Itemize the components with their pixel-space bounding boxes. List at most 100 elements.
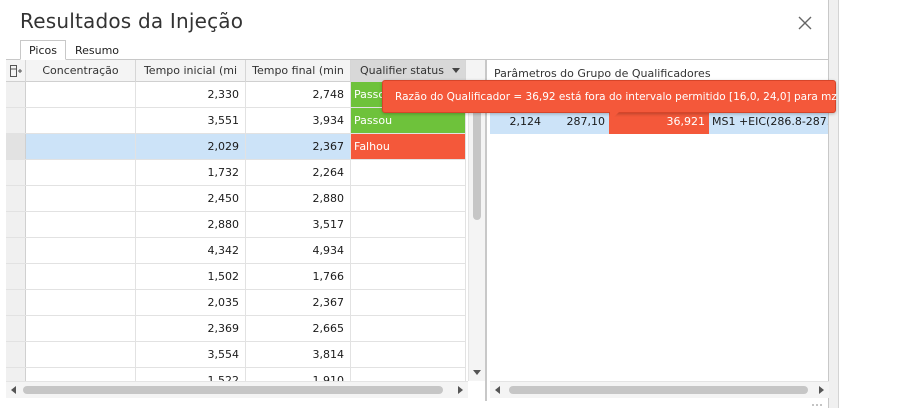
table-row[interactable]: 1,732 2,264 — [6, 160, 466, 186]
qualifier-panel-title: Parâmetros do Grupo de Qualificadores — [494, 67, 711, 80]
column-header-qualifier-status[interactable]: Qualifier status — [351, 60, 466, 82]
cell-tempo-inicial: 3,554 — [136, 342, 246, 367]
cell-concentracao — [26, 342, 136, 367]
cell-tempo-final: 2,367 — [246, 290, 351, 315]
table-row[interactable]: 2,880 3,517 — [6, 212, 466, 238]
column-chooser-icon — [9, 65, 22, 77]
cell-tempo-final: 3,814 — [246, 342, 351, 367]
cell-concentracao — [26, 160, 136, 185]
table-row[interactable]: 3,554 3,814 — [6, 342, 466, 368]
cell-tempo-final: 3,934 — [246, 108, 351, 133]
cell-qualifier-status — [351, 238, 466, 263]
cell-qualifier-status — [351, 160, 466, 185]
cell-qualifier-status — [351, 290, 466, 315]
cell-tempo-final: 1,910 — [246, 368, 351, 381]
window-edge — [829, 0, 839, 408]
cell-tempo-final: 2,367 — [246, 134, 351, 159]
row-indicator[interactable] — [6, 82, 26, 107]
qualifier-horizontal-scrollbar[interactable] — [490, 381, 829, 398]
cell-tempo-final: 4,934 — [246, 238, 351, 263]
table-row[interactable]: 2,035 2,367 — [6, 290, 466, 316]
grid-vertical-scroll-thumb[interactable] — [473, 100, 481, 220]
close-button[interactable] — [796, 14, 814, 32]
cell-concentracao — [26, 290, 136, 315]
row-indicator[interactable] — [6, 238, 26, 263]
sort-down-icon[interactable] — [452, 68, 460, 73]
grid-header: Concentração Tempo inicial (mi Tempo fin… — [6, 60, 485, 82]
scroll-left-icon[interactable] — [11, 386, 16, 394]
cell-concentracao — [26, 134, 136, 159]
column-header-concentracao[interactable]: Concentração — [26, 60, 136, 82]
cell-concentracao — [26, 238, 136, 263]
grid-vertical-scrollbar[interactable] — [468, 82, 485, 381]
tab-strip: Picos Resumo — [20, 40, 128, 60]
scroll-left-icon[interactable] — [495, 386, 500, 394]
row-indicator[interactable] — [6, 108, 26, 133]
cell-tempo-inicial: 2,029 — [136, 134, 246, 159]
cell-tempo-inicial: 2,369 — [136, 316, 246, 341]
qualifier-cell-signal: MS1 +EIC(286.8-287.8) — [712, 115, 828, 128]
scroll-right-icon[interactable] — [458, 386, 463, 394]
cell-qualifier-status — [351, 342, 466, 367]
grid-horizontal-scroll-thumb[interactable] — [23, 386, 443, 394]
cell-tempo-inicial: 3,551 — [136, 108, 246, 133]
cell-tempo-final: 2,880 — [246, 186, 351, 211]
cell-qualifier-status — [351, 186, 466, 211]
cell-qualifier-status — [351, 368, 466, 381]
column-header-tempo-final[interactable]: Tempo final (min — [246, 60, 351, 82]
row-indicator[interactable] — [6, 134, 26, 159]
scroll-down-icon[interactable] — [473, 370, 481, 375]
cell-tempo-inicial: 4,342 — [136, 238, 246, 263]
cell-tempo-inicial: 1,522 — [136, 368, 246, 381]
cell-tempo-inicial: 2,035 — [136, 290, 246, 315]
tab-resumo[interactable]: Resumo — [66, 40, 128, 60]
row-indicator[interactable] — [6, 160, 26, 185]
row-indicator[interactable] — [6, 316, 26, 341]
resize-grip-icon[interactable] — [810, 402, 822, 408]
cell-tempo-inicial: 2,880 — [136, 212, 246, 237]
qualifier-cell-rt: 2,124 — [509, 115, 542, 128]
table-row[interactable]: 1,522 1,910 — [6, 368, 466, 381]
cell-tempo-inicial: 1,732 — [136, 160, 246, 185]
cell-concentracao — [26, 186, 136, 211]
table-row[interactable]: 4,342 4,934 — [6, 238, 466, 264]
row-indicator[interactable] — [6, 264, 26, 289]
cell-tempo-final: 2,748 — [246, 82, 351, 107]
close-icon — [798, 16, 812, 30]
cell-tempo-final: 2,665 — [246, 316, 351, 341]
cell-concentracao — [26, 82, 136, 107]
cell-qualifier-status — [351, 212, 466, 237]
window-title: Resultados da Injeção — [20, 9, 244, 33]
row-indicator[interactable] — [6, 368, 26, 381]
table-row[interactable]: 2,450 2,880 — [6, 186, 466, 212]
row-indicator[interactable] — [6, 290, 26, 315]
row-indicator[interactable] — [6, 212, 26, 237]
column-header-tempo-inicial[interactable]: Tempo inicial (mi — [136, 60, 246, 82]
cell-concentracao — [26, 316, 136, 341]
tooltip-tail — [610, 112, 619, 121]
scroll-right-icon[interactable] — [819, 386, 824, 394]
row-indicator[interactable] — [6, 342, 26, 367]
column-chooser-button[interactable] — [6, 60, 26, 82]
qualifier-horizontal-scroll-thumb[interactable] — [509, 386, 808, 394]
cell-tempo-final: 1,766 — [246, 264, 351, 289]
table-row[interactable]: 2,369 2,665 — [6, 316, 466, 342]
cell-tempo-final: 2,264 — [246, 160, 351, 185]
grid-horizontal-scrollbar[interactable] — [6, 381, 468, 398]
qualifier-row[interactable]: 2,124 287,10 36,921 MS1 +EIC(286.8-287.8… — [490, 110, 828, 134]
cell-concentracao — [26, 212, 136, 237]
cell-concentracao — [26, 368, 136, 381]
cell-tempo-inicial: 1,502 — [136, 264, 246, 289]
cell-tempo-inicial: 2,330 — [136, 82, 246, 107]
qualifier-ratio-tooltip: Razão do Qualificador = 36,92 está fora … — [382, 80, 882, 113]
table-row[interactable]: 2,029 2,367 Falhou — [6, 134, 466, 160]
cell-concentracao — [26, 264, 136, 289]
row-indicator[interactable] — [6, 186, 26, 211]
tab-picos[interactable]: Picos — [20, 40, 66, 60]
cell-qualifier-status: Falhou — [351, 134, 466, 159]
injection-results-window: Resultados da Injeção Picos Resumo Conce… — [0, 0, 882, 408]
grid-rows: 2,330 2,748 Passou 3,551 3,934 Passou 2,029 2,3… — [6, 82, 466, 381]
table-row[interactable]: 1,502 1,766 — [6, 264, 466, 290]
cell-concentracao — [26, 108, 136, 133]
qualifier-cell-ratio: 36,921 — [609, 110, 709, 134]
